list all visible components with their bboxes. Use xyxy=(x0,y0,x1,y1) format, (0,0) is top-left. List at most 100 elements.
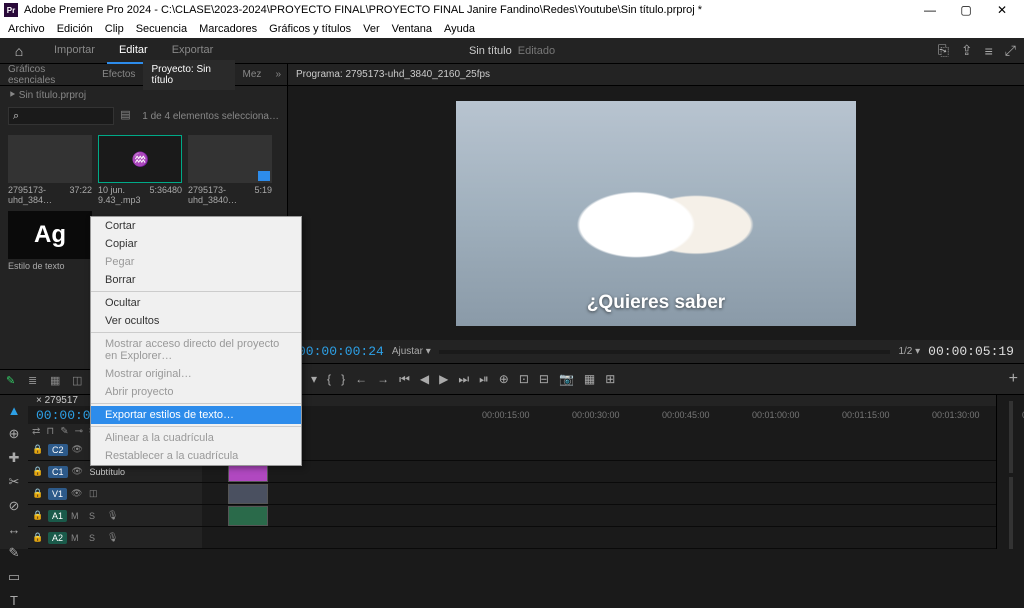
transport-button-12[interactable]: ⊡ xyxy=(519,372,529,386)
tool-6[interactable]: ✎ xyxy=(6,545,22,561)
breadcrumb-chevron-icon[interactable]: ⯈ xyxy=(8,90,19,101)
tool-0[interactable]: ▲ xyxy=(6,403,22,418)
menu-marcadores[interactable]: Marcadores xyxy=(199,23,257,35)
project-search-input[interactable]: ⌕ xyxy=(8,107,114,125)
new-bin-icon[interactable]: ▤ xyxy=(120,108,136,124)
clip[interactable] xyxy=(228,506,268,526)
transport-button-4[interactable]: ← xyxy=(355,372,367,386)
context-menu-item[interactable]: Copiar xyxy=(91,235,301,253)
pencil-icon[interactable]: ✎ xyxy=(6,374,22,390)
resolution-dropdown[interactable]: 1/2 ▾ xyxy=(898,346,920,357)
program-timecode-left[interactable]: 00:00:00:24 xyxy=(298,344,384,359)
track-toggle-icon[interactable]: 👁 xyxy=(72,444,86,455)
track-body[interactable] xyxy=(202,461,996,482)
panel-tab[interactable]: Mez xyxy=(235,65,270,84)
timeline-ctrl-2[interactable]: ✎ xyxy=(60,426,68,437)
panel-tab[interactable]: Gráficos esenciales xyxy=(0,60,94,90)
context-menu-item[interactable]: Borrar xyxy=(91,271,301,289)
transport-button-13[interactable]: ⊟ xyxy=(539,372,549,386)
track-body[interactable] xyxy=(202,527,996,548)
workspace-icon-1[interactable]: ⇪ xyxy=(961,42,973,59)
fit-dropdown[interactable]: Ajustar ▾ xyxy=(392,346,431,357)
bin-thumbnail[interactable] xyxy=(8,135,92,183)
tool-3[interactable]: ✂ xyxy=(6,474,22,490)
menu-edición[interactable]: Edición xyxy=(57,23,93,35)
context-menu-item[interactable]: Ocultar xyxy=(91,294,301,312)
menu-ventana[interactable]: Ventana xyxy=(392,23,432,35)
track-toggle-icon[interactable]: S xyxy=(89,533,103,543)
bin-thumbnail[interactable] xyxy=(188,135,272,183)
track-body[interactable] xyxy=(202,483,996,504)
menu-gráficos y títulos[interactable]: Gráficos y títulos xyxy=(269,23,351,35)
track-toggle-icon[interactable]: 👁 xyxy=(71,488,85,499)
clip[interactable] xyxy=(228,484,268,504)
list-view-icon[interactable]: ≣ xyxy=(28,374,44,390)
program-scrubber[interactable] xyxy=(439,350,891,354)
transport-button-3[interactable]: } xyxy=(341,372,345,386)
timeline-ctrl-3[interactable]: ⊸ xyxy=(75,426,83,437)
track-header[interactable]: 🔒 A2 MS 🎙 xyxy=(28,527,202,548)
transport-button-6[interactable]: ⏮ xyxy=(399,372,410,387)
context-menu-item[interactable]: Ver ocultos xyxy=(91,312,301,330)
transport-button-5[interactable]: → xyxy=(377,372,389,386)
tool-8[interactable]: T xyxy=(6,593,22,608)
workspace-icon-0[interactable]: ⎘ xyxy=(938,42,949,59)
track-toggle-icon[interactable]: M xyxy=(71,511,85,521)
lock-icon[interactable]: 🔒 xyxy=(32,510,44,521)
workspace-icon-2[interactable]: ≡ xyxy=(985,43,993,59)
menu-secuencia[interactable]: Secuencia xyxy=(136,23,187,35)
transport-button-16[interactable]: ⊞ xyxy=(605,372,615,386)
transport-button-9[interactable]: ⏭ xyxy=(458,372,469,387)
transport-button-7[interactable]: ◀ xyxy=(420,372,429,386)
transport-button-11[interactable]: ⊕ xyxy=(499,372,509,386)
panel-tab[interactable]: Proyecto: Sin título xyxy=(143,60,234,90)
transport-button-2[interactable]: { xyxy=(327,372,331,386)
home-icon[interactable]: ⌂ xyxy=(8,40,30,62)
track-toggle-icon[interactable]: 🎙 xyxy=(107,532,121,543)
transport-button-1[interactable]: ▾ xyxy=(311,372,317,386)
track-tag[interactable]: C2 xyxy=(48,444,68,456)
context-menu-item[interactable]: Exportar estilos de texto… xyxy=(91,406,301,424)
icon-view-icon[interactable]: ▦ xyxy=(50,374,66,390)
bin-item[interactable]: 2795173-uhd_384…37:22 xyxy=(8,135,92,205)
track-toggle-icon[interactable]: M xyxy=(71,533,85,543)
add-button-icon[interactable]: + xyxy=(1009,370,1018,388)
tool-7[interactable]: ▭ xyxy=(6,569,22,585)
program-monitor-video[interactable]: ¿Quieres saber xyxy=(456,101,856,326)
menu-archivo[interactable]: Archivo xyxy=(8,23,45,35)
bin-item[interactable]: 2795173-uhd_3840…5:19 xyxy=(188,135,272,205)
track-toggle-icon[interactable]: 👁 xyxy=(72,466,86,477)
timeline-ctrl-0[interactable]: ⇄ xyxy=(32,426,40,437)
menu-clip[interactable]: Clip xyxy=(105,23,124,35)
lock-icon[interactable]: 🔒 xyxy=(32,466,44,477)
tool-2[interactable]: ✚ xyxy=(6,450,22,466)
minimize-button[interactable]: — xyxy=(912,0,948,20)
bin-thumbnail[interactable]: Ag xyxy=(8,211,92,259)
menu-ver[interactable]: Ver xyxy=(363,23,380,35)
bin-item[interactable]: AgEstilo de texto xyxy=(8,211,92,271)
track-toggle-icon[interactable]: ◫ xyxy=(89,488,103,499)
track-body[interactable] xyxy=(202,439,996,460)
timeline-ctrl-1[interactable]: ⊓ xyxy=(46,426,54,437)
transport-button-15[interactable]: ▦ xyxy=(584,372,595,386)
context-menu-item[interactable]: Cortar xyxy=(91,217,301,235)
track-tag[interactable]: A2 xyxy=(48,532,67,544)
lock-icon[interactable]: 🔒 xyxy=(32,444,44,455)
track-header[interactable]: 🔒V1👁◫ xyxy=(28,483,202,504)
track-tag[interactable]: C1 xyxy=(48,466,68,478)
lock-icon[interactable]: 🔒 xyxy=(32,488,44,499)
tool-4[interactable]: ⊘ xyxy=(6,498,22,514)
freeform-view-icon[interactable]: ◫ xyxy=(72,374,88,390)
track-tag[interactable]: A1 xyxy=(48,510,67,522)
track-header[interactable]: 🔒A1MS🎙 xyxy=(28,505,202,526)
lock-icon[interactable]: 🔒 xyxy=(32,532,44,543)
workspace-icon-3[interactable]: ⤢ xyxy=(1005,42,1016,59)
track-toggle-icon[interactable]: S xyxy=(89,511,103,521)
transport-button-10[interactable]: ⏯ xyxy=(479,372,489,387)
bin-thumbnail[interactable]: ♒ xyxy=(98,135,182,183)
panel-tab[interactable]: Efectos xyxy=(94,65,143,84)
transport-button-14[interactable]: 📷 xyxy=(559,372,574,386)
sequence-tab[interactable]: × 279517 xyxy=(36,395,78,406)
bin-item[interactable]: ♒10 jun. 9.43_.mp35:36480 xyxy=(98,135,182,205)
menu-ayuda[interactable]: Ayuda xyxy=(444,23,475,35)
